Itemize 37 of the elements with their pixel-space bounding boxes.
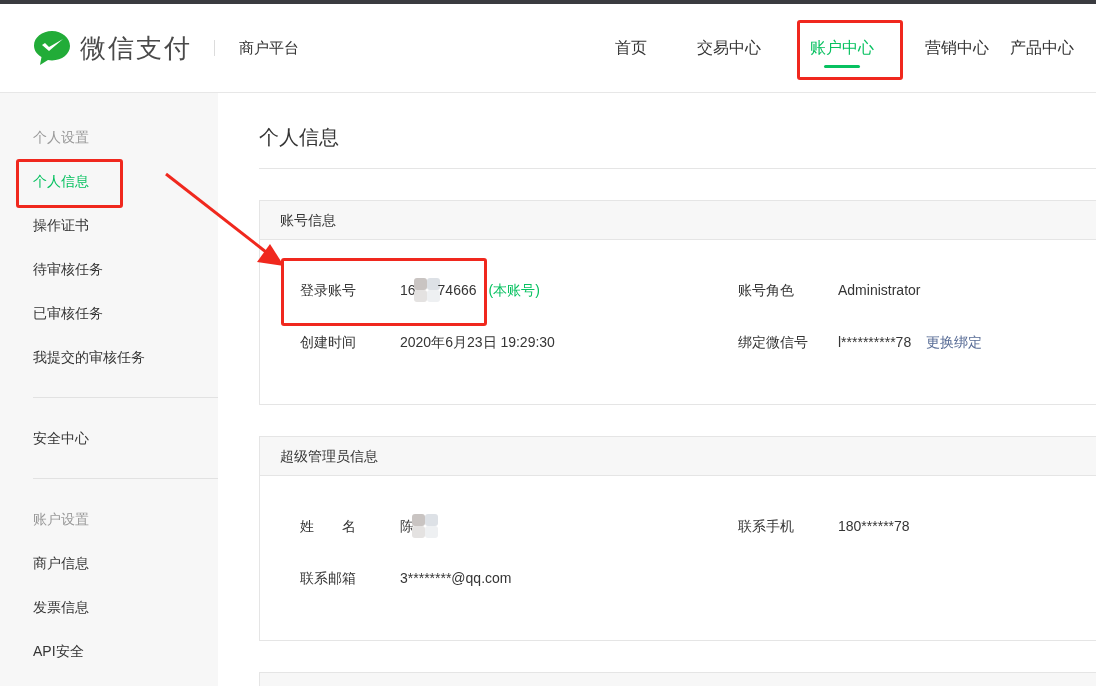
sidebar-heading: 账户设置 [33,509,90,529]
sidebar-item[interactable]: 安全中心 [33,427,89,449]
nav-tab[interactable]: 交易中心 [697,37,761,59]
logo-text: 微信支付 [80,31,192,65]
panel-title: 超级管理员信息 [280,446,378,466]
field-label: 联系手机 [738,516,795,536]
field-value: 2020年6月23日 19:29:30 [400,332,555,352]
field-value: Administrator [838,280,921,300]
field-value: 180******78 [838,516,910,536]
sidebar-heading: 个人设置 [33,127,90,147]
field-label: 账号角色 [738,280,795,300]
field-label: 姓 名 [300,516,357,536]
account-note: (本账号) [488,280,540,300]
field-label: 登录账号 [300,280,357,300]
field-value: 陈 [400,516,414,536]
field-value: l**********78 [838,332,912,352]
sidebar-item[interactable]: 发票信息 [33,596,89,618]
change-binding-link[interactable]: 更换绑定 [926,331,983,353]
sidebar-item[interactable]: 已审核任务 [33,302,103,324]
field-value: 3********@qq.com [400,568,512,588]
chat-check-logo-icon [33,30,71,66]
sidebar-item[interactable]: 商户信息 [33,552,89,574]
field-label: 创建时间 [300,332,357,352]
field-value: 16 [400,280,416,300]
field-value: 74666 [437,280,477,300]
sidebar-item[interactable]: 待审核任务 [33,258,103,280]
sidebar-item[interactable]: 我提交的审核任务 [33,346,145,368]
sidebar-item[interactable]: API安全 [33,640,84,662]
field-label: 联系邮箱 [300,568,357,588]
nav-tab[interactable]: 产品中心 [1010,37,1074,59]
page-title: 个人信息 [259,93,1096,169]
platform-name: 商户平台 [239,37,299,58]
nav-tab[interactable]: 营销中心 [925,37,989,59]
nav-tab[interactable]: 首页 [615,37,647,59]
field-label: 绑定微信号 [738,332,809,352]
sidebar-item[interactable]: 操作证书 [33,214,89,236]
panel-title: 账号信息 [280,210,336,230]
